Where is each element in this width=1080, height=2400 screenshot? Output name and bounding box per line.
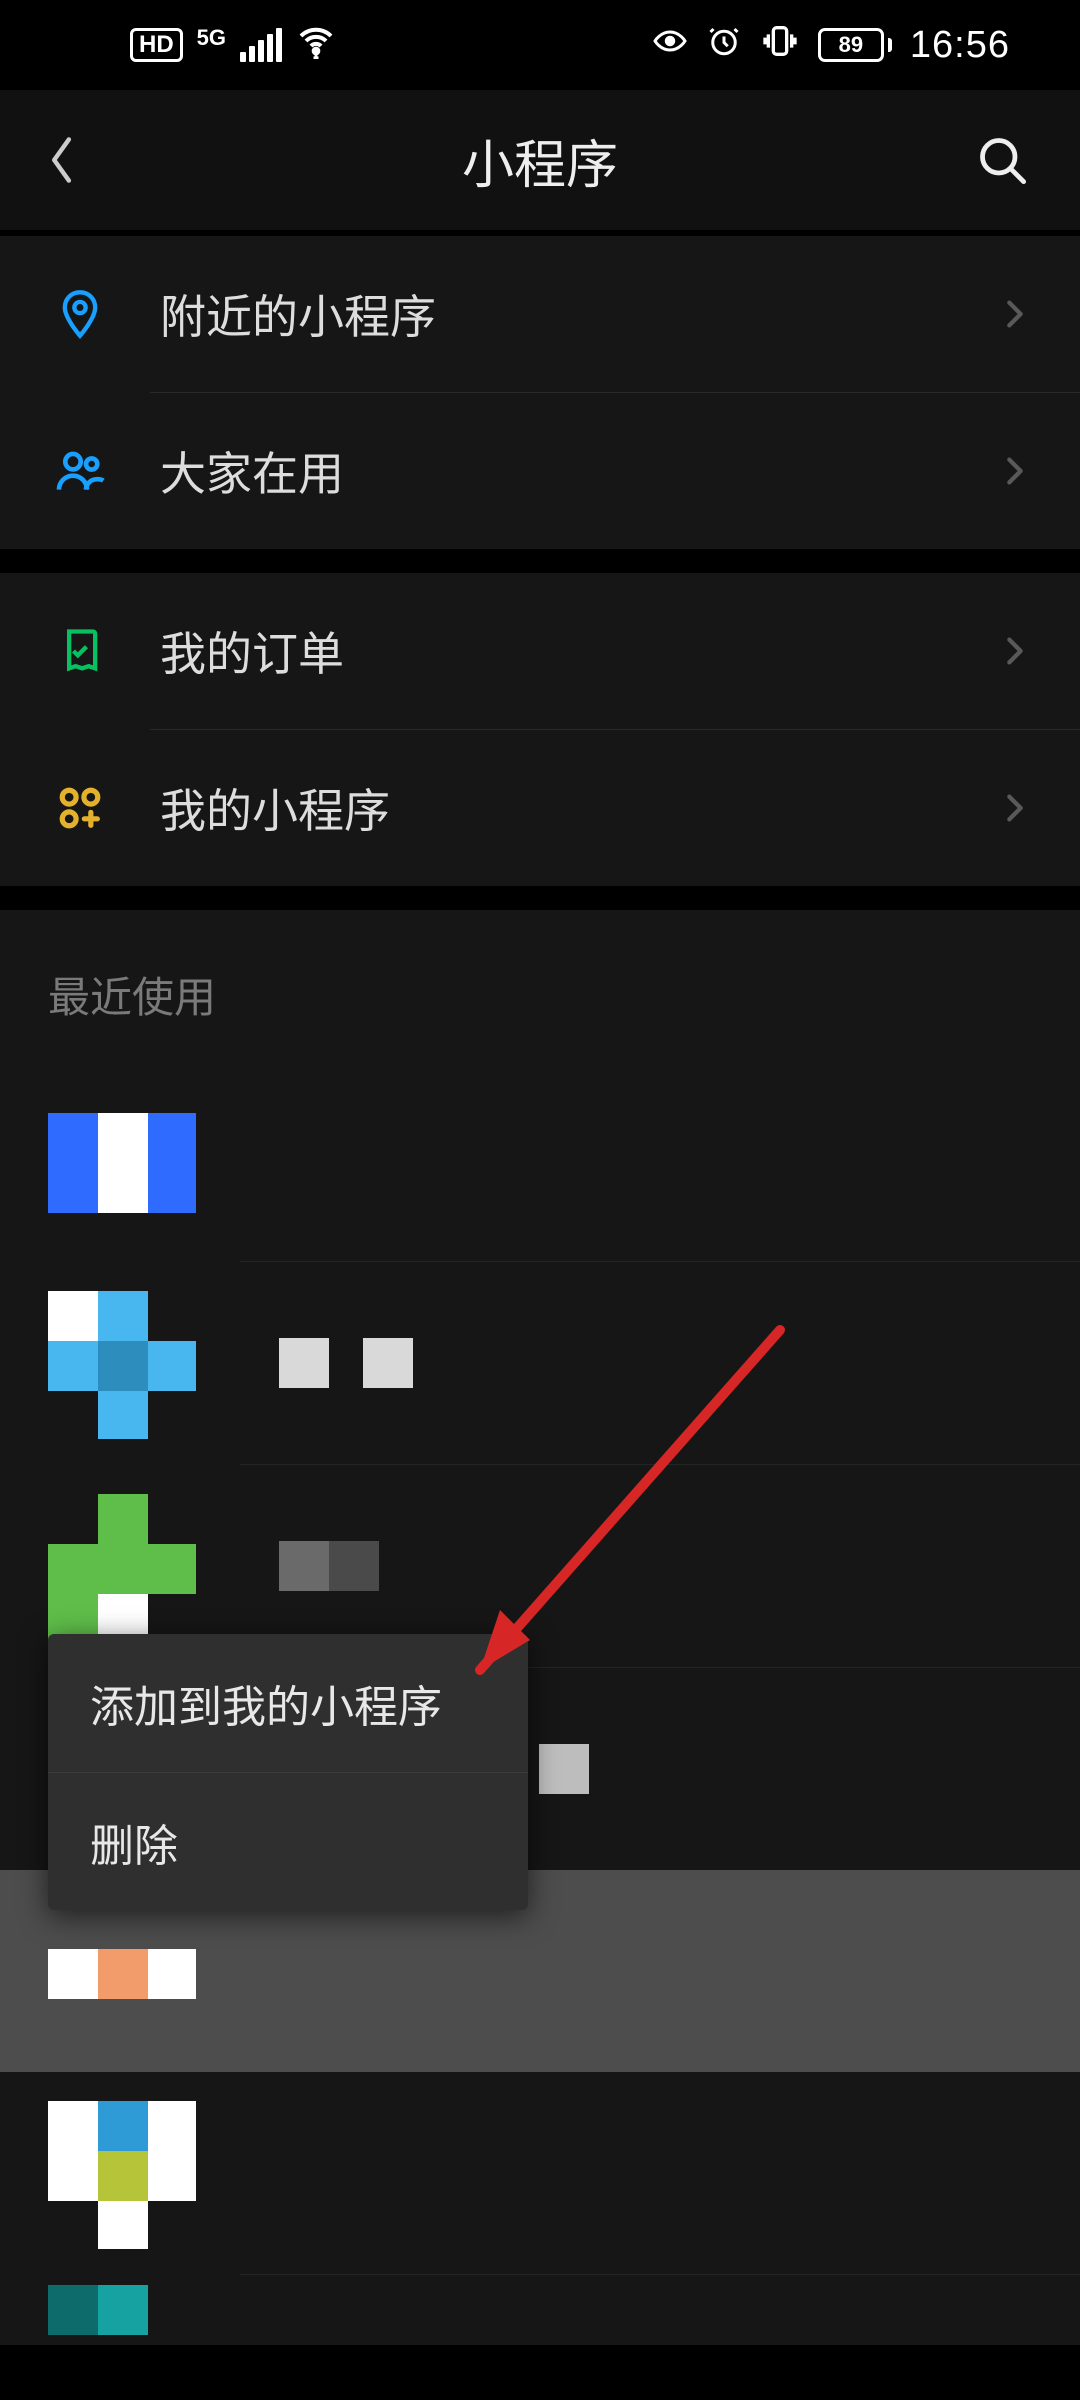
back-button[interactable] <box>48 130 108 190</box>
eye-icon <box>652 23 688 68</box>
battery-percent: 89 <box>839 32 863 58</box>
app-avatar-redacted <box>48 2101 193 2246</box>
pin-icon <box>48 282 112 346</box>
status-bar: HD 5G 89 <box>0 0 1080 90</box>
chevron-right-icon <box>998 297 1032 331</box>
app-avatar-redacted <box>48 1494 193 1639</box>
chevron-right-icon <box>998 454 1032 488</box>
app-title-redacted <box>279 1338 413 1388</box>
section-mine: 我的订单 我的小程序 <box>0 573 1080 886</box>
clock: 16:56 <box>910 24 1010 67</box>
signal-bars-icon <box>240 28 282 62</box>
row-label: 我的订单 <box>160 618 998 684</box>
menu-add-to-mine[interactable]: 添加到我的小程序 <box>48 1634 528 1772</box>
search-button[interactable] <box>972 130 1032 190</box>
chevron-right-icon <box>998 634 1032 668</box>
app-avatar-redacted <box>48 2285 193 2345</box>
order-icon <box>48 619 112 683</box>
section-recent: 最近使用 <box>0 910 1080 2345</box>
hd-indicator: HD <box>130 28 183 62</box>
status-left: HD 5G <box>130 21 336 70</box>
recent-item[interactable] <box>0 2275 1080 2345</box>
recent-item[interactable] <box>0 2072 1080 2274</box>
recent-item[interactable] <box>0 1059 1080 1261</box>
row-orders[interactable]: 我的订单 <box>0 573 1080 729</box>
section-discover: 附近的小程序 大家在用 <box>0 236 1080 549</box>
row-nearby[interactable]: 附近的小程序 <box>0 236 1080 392</box>
battery-indicator: 89 <box>818 28 892 62</box>
app-title-redacted <box>279 1541 379 1591</box>
recent-item[interactable] <box>0 1262 1080 1464</box>
row-label: 附近的小程序 <box>160 281 998 347</box>
alarm-icon <box>706 23 742 68</box>
row-label: 大家在用 <box>160 438 998 504</box>
row-label: 我的小程序 <box>160 775 998 841</box>
menu-delete[interactable]: 删除 <box>48 1772 528 1910</box>
app-avatar-redacted <box>48 1088 193 1233</box>
wifi-icon <box>296 21 336 70</box>
app-avatar-redacted <box>48 1899 193 2044</box>
vibrate-icon <box>760 21 800 70</box>
page-title: 小程序 <box>108 123 972 198</box>
row-popular[interactable]: 大家在用 <box>0 393 1080 549</box>
app-avatar-redacted <box>48 1291 193 1436</box>
apps-icon <box>48 776 112 840</box>
row-my-miniapps[interactable]: 我的小程序 <box>0 730 1080 886</box>
context-menu: 添加到我的小程序 删除 <box>48 1634 528 1910</box>
network-type: 5G <box>197 28 226 48</box>
top-nav: 小程序 <box>0 90 1080 230</box>
app-title-redacted <box>539 1744 589 1794</box>
chevron-right-icon <box>998 791 1032 825</box>
recent-header: 最近使用 <box>0 910 1080 1059</box>
status-right: 89 16:56 <box>652 21 1010 70</box>
people-icon <box>48 439 112 503</box>
